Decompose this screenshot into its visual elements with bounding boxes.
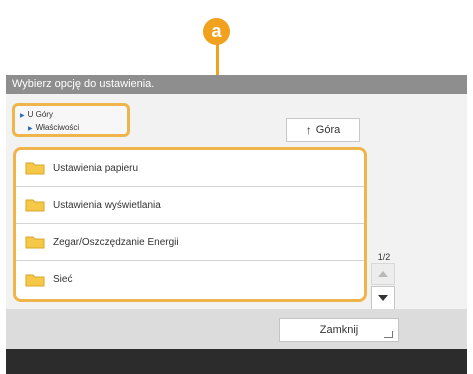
folder-item-network[interactable]: Sieć (16, 261, 364, 298)
breadcrumb-item-top[interactable]: ▶ U Góry (20, 109, 127, 122)
up-button-label: Góra (315, 124, 341, 136)
up-arrow-icon: ↑ (305, 123, 312, 137)
folder-list: Ustawienia papieru Ustawienia wyświetlan… (13, 147, 367, 302)
breadcrumb-arrow-icon: ▶ (28, 126, 33, 132)
page-indicator: 1/2 (377, 252, 391, 262)
dialog-title: Wybierz opcję do ustawienia. (6, 75, 467, 94)
scroll-down-button[interactable] (371, 286, 395, 310)
folder-label: Sieć (53, 274, 73, 285)
folder-icon (25, 162, 45, 175)
enter-icon (384, 331, 393, 338)
chevron-down-icon (378, 295, 388, 301)
folder-icon (25, 274, 45, 286)
close-button[interactable]: Zamknij (279, 318, 399, 342)
folder-icon (25, 199, 45, 212)
folder-label: Ustawienia wyświetlania (53, 199, 161, 211)
chevron-up-icon (378, 271, 388, 277)
folder-icon (25, 236, 45, 249)
breadcrumb-label: Właściwości (35, 123, 80, 132)
scroll-up-button[interactable] (371, 263, 395, 285)
folder-item-paper-settings[interactable]: Ustawienia papieru (16, 150, 364, 187)
callout-a-marker: a (203, 18, 230, 45)
breadcrumb-arrow-icon: ▶ (20, 113, 25, 119)
up-button[interactable]: ↑ Góra (286, 118, 360, 142)
folder-item-timer-energy[interactable]: Zegar/Oszczędzanie Energii (16, 224, 364, 261)
bottom-bar (6, 349, 467, 374)
breadcrumb: ▶ U Góry ▶ Właściwości (12, 103, 130, 137)
breadcrumb-item-properties[interactable]: ▶ Właściwości (20, 122, 127, 135)
close-button-label: Zamknij (319, 324, 359, 336)
folder-label: Zegar/Oszczędzanie Energii (53, 236, 179, 248)
breadcrumb-label: U Góry (27, 110, 53, 119)
folder-label: Ustawienia papieru (53, 162, 139, 174)
folder-item-display-settings[interactable]: Ustawienia wyświetlania (16, 187, 364, 224)
